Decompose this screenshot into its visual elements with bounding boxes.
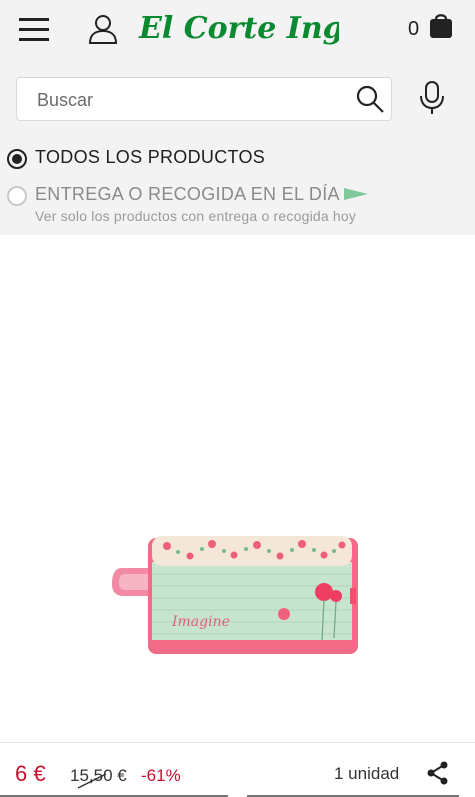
product-image[interactable]: Imagine [112,530,362,660]
user-icon[interactable] [86,12,120,46]
filter-same-day-label: ENTREGA O RECOGIDA EN EL DÍA [35,184,340,204]
filter-same-day-sublabel: Ver solo los productos con entrega o rec… [35,208,357,224]
logo-text: El Corte Inglés [138,11,339,46]
strikethrough-line [77,773,107,789]
quantity-selector[interactable]: 1 unidad [334,764,399,784]
header: El Corte Inglés 0 [0,0,475,62]
search-box [16,77,392,121]
discount-badge: -61% [141,766,181,785]
menu-icon[interactable] [18,17,52,43]
flag-icon [344,186,368,202]
share-icon[interactable] [427,761,449,785]
product-gallery[interactable]: Imagine [0,235,475,750]
current-price: 6 € [15,761,46,786]
shopping-bag-icon[interactable] [427,11,455,39]
product-print-text: Imagine [171,614,230,630]
filter-all-products-label: TODOS LOS PRODUCTOS [35,147,266,167]
purchase-bar: 6 € 15,50 € -61% 1 unidad [0,742,475,797]
radio-selected-icon[interactable] [7,149,27,169]
logo[interactable]: El Corte Inglés [137,5,391,51]
search-input[interactable] [35,87,349,113]
search-icon[interactable] [355,84,385,114]
cart-count: 0 [408,18,420,40]
microphone-icon[interactable] [418,80,446,116]
radio-unselected-icon[interactable] [7,186,27,206]
